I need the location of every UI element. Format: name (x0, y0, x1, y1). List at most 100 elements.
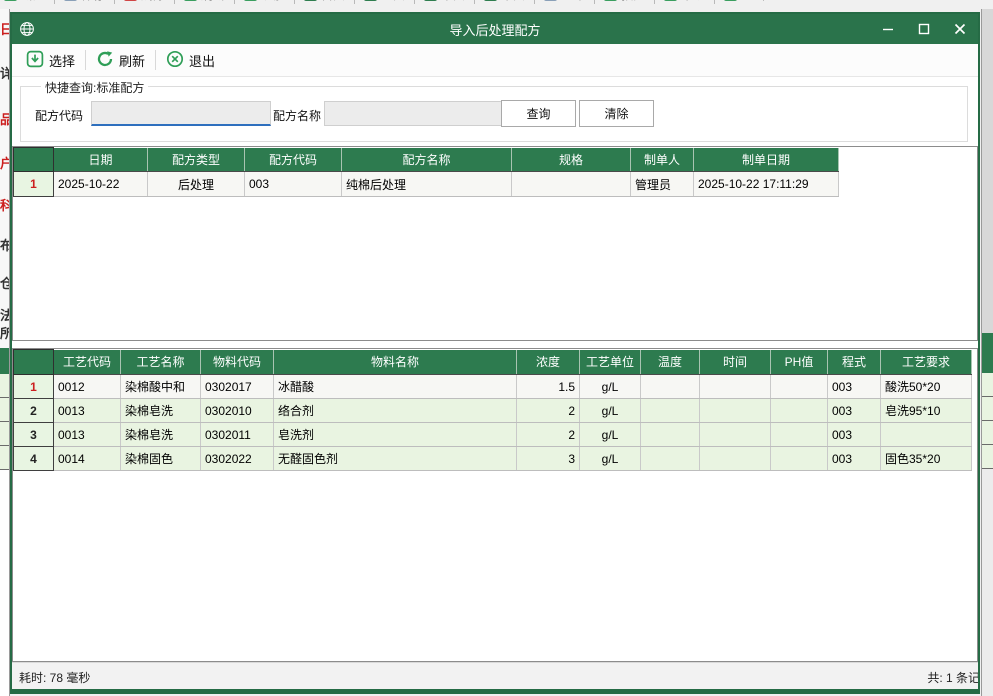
cell[interactable]: 2025-10-22 (54, 172, 148, 197)
column-header[interactable]: 浓度 (517, 350, 580, 375)
cell[interactable] (881, 423, 972, 447)
recipe-grid-panel: 日期配方类型配方代码配方名称规格制单人制单日期12025-10-22后处理003… (12, 146, 978, 341)
cell[interactable]: 无醛固色剂 (274, 447, 517, 471)
column-header[interactable]: 制单人 (631, 148, 694, 172)
cell[interactable]: 1.5 (517, 375, 580, 399)
column-header[interactable]: 配方名称 (342, 148, 512, 172)
cell[interactable]: 003 (828, 447, 881, 471)
cell[interactable]: 0302010 (201, 399, 274, 423)
globe-icon (19, 21, 35, 37)
cell[interactable] (700, 423, 771, 447)
background-toolbar-button: 首页 (304, 0, 345, 3)
row-number-cell[interactable]: 3 (14, 423, 54, 447)
cell[interactable]: 2 (517, 399, 580, 423)
clear-button[interactable]: 清除 (579, 100, 654, 127)
cell[interactable]: g/L (580, 375, 641, 399)
cell[interactable]: 皂洗剂 (274, 423, 517, 447)
minimize-button[interactable] (870, 14, 906, 44)
toolbar-separator (654, 0, 655, 4)
cell[interactable] (771, 399, 828, 423)
cell[interactable]: 染棉皂洗 (121, 399, 201, 423)
cell[interactable]: 冰醋酸 (274, 375, 517, 399)
column-header[interactable]: 温度 (641, 350, 700, 375)
cell[interactable]: 管理员 (631, 172, 694, 197)
cell[interactable]: 0013 (54, 399, 121, 423)
cell[interactable]: 003 (828, 399, 881, 423)
row-number-header[interactable] (14, 350, 54, 375)
cell[interactable]: 003 (245, 172, 342, 197)
row-number-cell[interactable]: 1 (14, 172, 54, 197)
cell[interactable]: 0013 (54, 423, 121, 447)
column-header[interactable]: 物料代码 (201, 350, 274, 375)
cell[interactable]: 纯棉后处理 (342, 172, 512, 197)
close-button[interactable] (942, 14, 978, 44)
background-toolbar-label: 保存 (81, 0, 105, 3)
cell[interactable]: 003 (828, 423, 881, 447)
background-table-row-sliver (0, 422, 9, 446)
row-number-cell[interactable]: 1 (14, 375, 54, 399)
cell[interactable]: 酸洗50*20 (881, 375, 972, 399)
background-table-header-sliver (982, 333, 993, 373)
cell[interactable] (641, 423, 700, 447)
column-header[interactable]: PH值 (771, 350, 828, 375)
cell[interactable]: 皂洗95*10 (881, 399, 972, 423)
cell[interactable]: 2025-10-22 17:11:29 (694, 172, 839, 197)
column-header[interactable]: 时间 (700, 350, 771, 375)
toolbar-separator (234, 0, 235, 4)
dialog-titlebar[interactable]: 导入后处理配方 (12, 14, 978, 44)
recipe-code-input[interactable] (91, 101, 271, 126)
column-header[interactable]: 工艺单位 (580, 350, 641, 375)
cell[interactable]: 0012 (54, 375, 121, 399)
column-header[interactable]: 制单日期 (694, 148, 839, 172)
column-header[interactable]: 配方代码 (245, 148, 342, 172)
recipe-name-input[interactable] (324, 101, 502, 126)
cell[interactable]: 后处理 (148, 172, 245, 197)
cell[interactable] (771, 423, 828, 447)
cell[interactable]: 0302011 (201, 423, 274, 447)
cell[interactable] (512, 172, 631, 197)
cell[interactable] (771, 447, 828, 471)
table-row[interactable]: 30013染棉皂洗0302011皂洗剂2g/L 003 (14, 423, 972, 447)
maximize-button[interactable] (906, 14, 942, 44)
column-header[interactable]: 规格 (512, 148, 631, 172)
column-header[interactable]: 配方类型 (148, 148, 245, 172)
query-button[interactable]: 查询 (501, 100, 576, 127)
cell[interactable]: 染棉酸中和 (121, 375, 201, 399)
cell[interactable] (700, 375, 771, 399)
cell[interactable]: 3 (517, 447, 580, 471)
cell[interactable]: 2 (517, 423, 580, 447)
cell[interactable] (771, 375, 828, 399)
select-button[interactable]: 选择 (18, 47, 83, 73)
exit-button[interactable]: 退出 (158, 47, 223, 73)
table-row[interactable]: 40014染棉固色0302022无醛固色剂3g/L 003固色35*20 (14, 447, 972, 471)
cell[interactable] (700, 447, 771, 471)
row-number-cell[interactable]: 2 (14, 399, 54, 423)
cell[interactable] (700, 399, 771, 423)
cell[interactable]: 0302017 (201, 375, 274, 399)
cell[interactable]: 染棉固色 (121, 447, 201, 471)
column-header[interactable]: 日期 (54, 148, 148, 172)
cell[interactable]: 固色35*20 (881, 447, 972, 471)
column-header[interactable]: 物料名称 (274, 350, 517, 375)
table-row[interactable]: 12025-10-22后处理003纯棉后处理 管理员2025-10-22 17:1… (14, 172, 839, 197)
cell[interactable]: g/L (580, 399, 641, 423)
cell[interactable]: 0014 (54, 447, 121, 471)
cell[interactable]: g/L (580, 447, 641, 471)
cell[interactable]: 络合剂 (274, 399, 517, 423)
row-number-cell[interactable]: 4 (14, 447, 54, 471)
column-header[interactable]: 工艺代码 (54, 350, 121, 375)
table-row[interactable]: 10012染棉酸中和0302017冰醋酸1.5g/L 003酸洗50*20 (14, 375, 972, 399)
cell[interactable]: 染棉皂洗 (121, 423, 201, 447)
row-number-header[interactable] (14, 148, 54, 172)
column-header[interactable]: 程式 (828, 350, 881, 375)
cell[interactable] (641, 399, 700, 423)
table-row[interactable]: 20013染棉皂洗0302010络合剂2g/L003皂洗95*10 (14, 399, 972, 423)
refresh-button[interactable]: 刷新 (88, 47, 153, 73)
cell[interactable]: g/L (580, 423, 641, 447)
column-header[interactable]: 工艺要求 (881, 350, 972, 375)
cell[interactable] (641, 375, 700, 399)
cell[interactable]: 003 (828, 375, 881, 399)
cell[interactable] (641, 447, 700, 471)
cell[interactable]: 0302022 (201, 447, 274, 471)
column-header[interactable]: 工艺名称 (121, 350, 201, 375)
